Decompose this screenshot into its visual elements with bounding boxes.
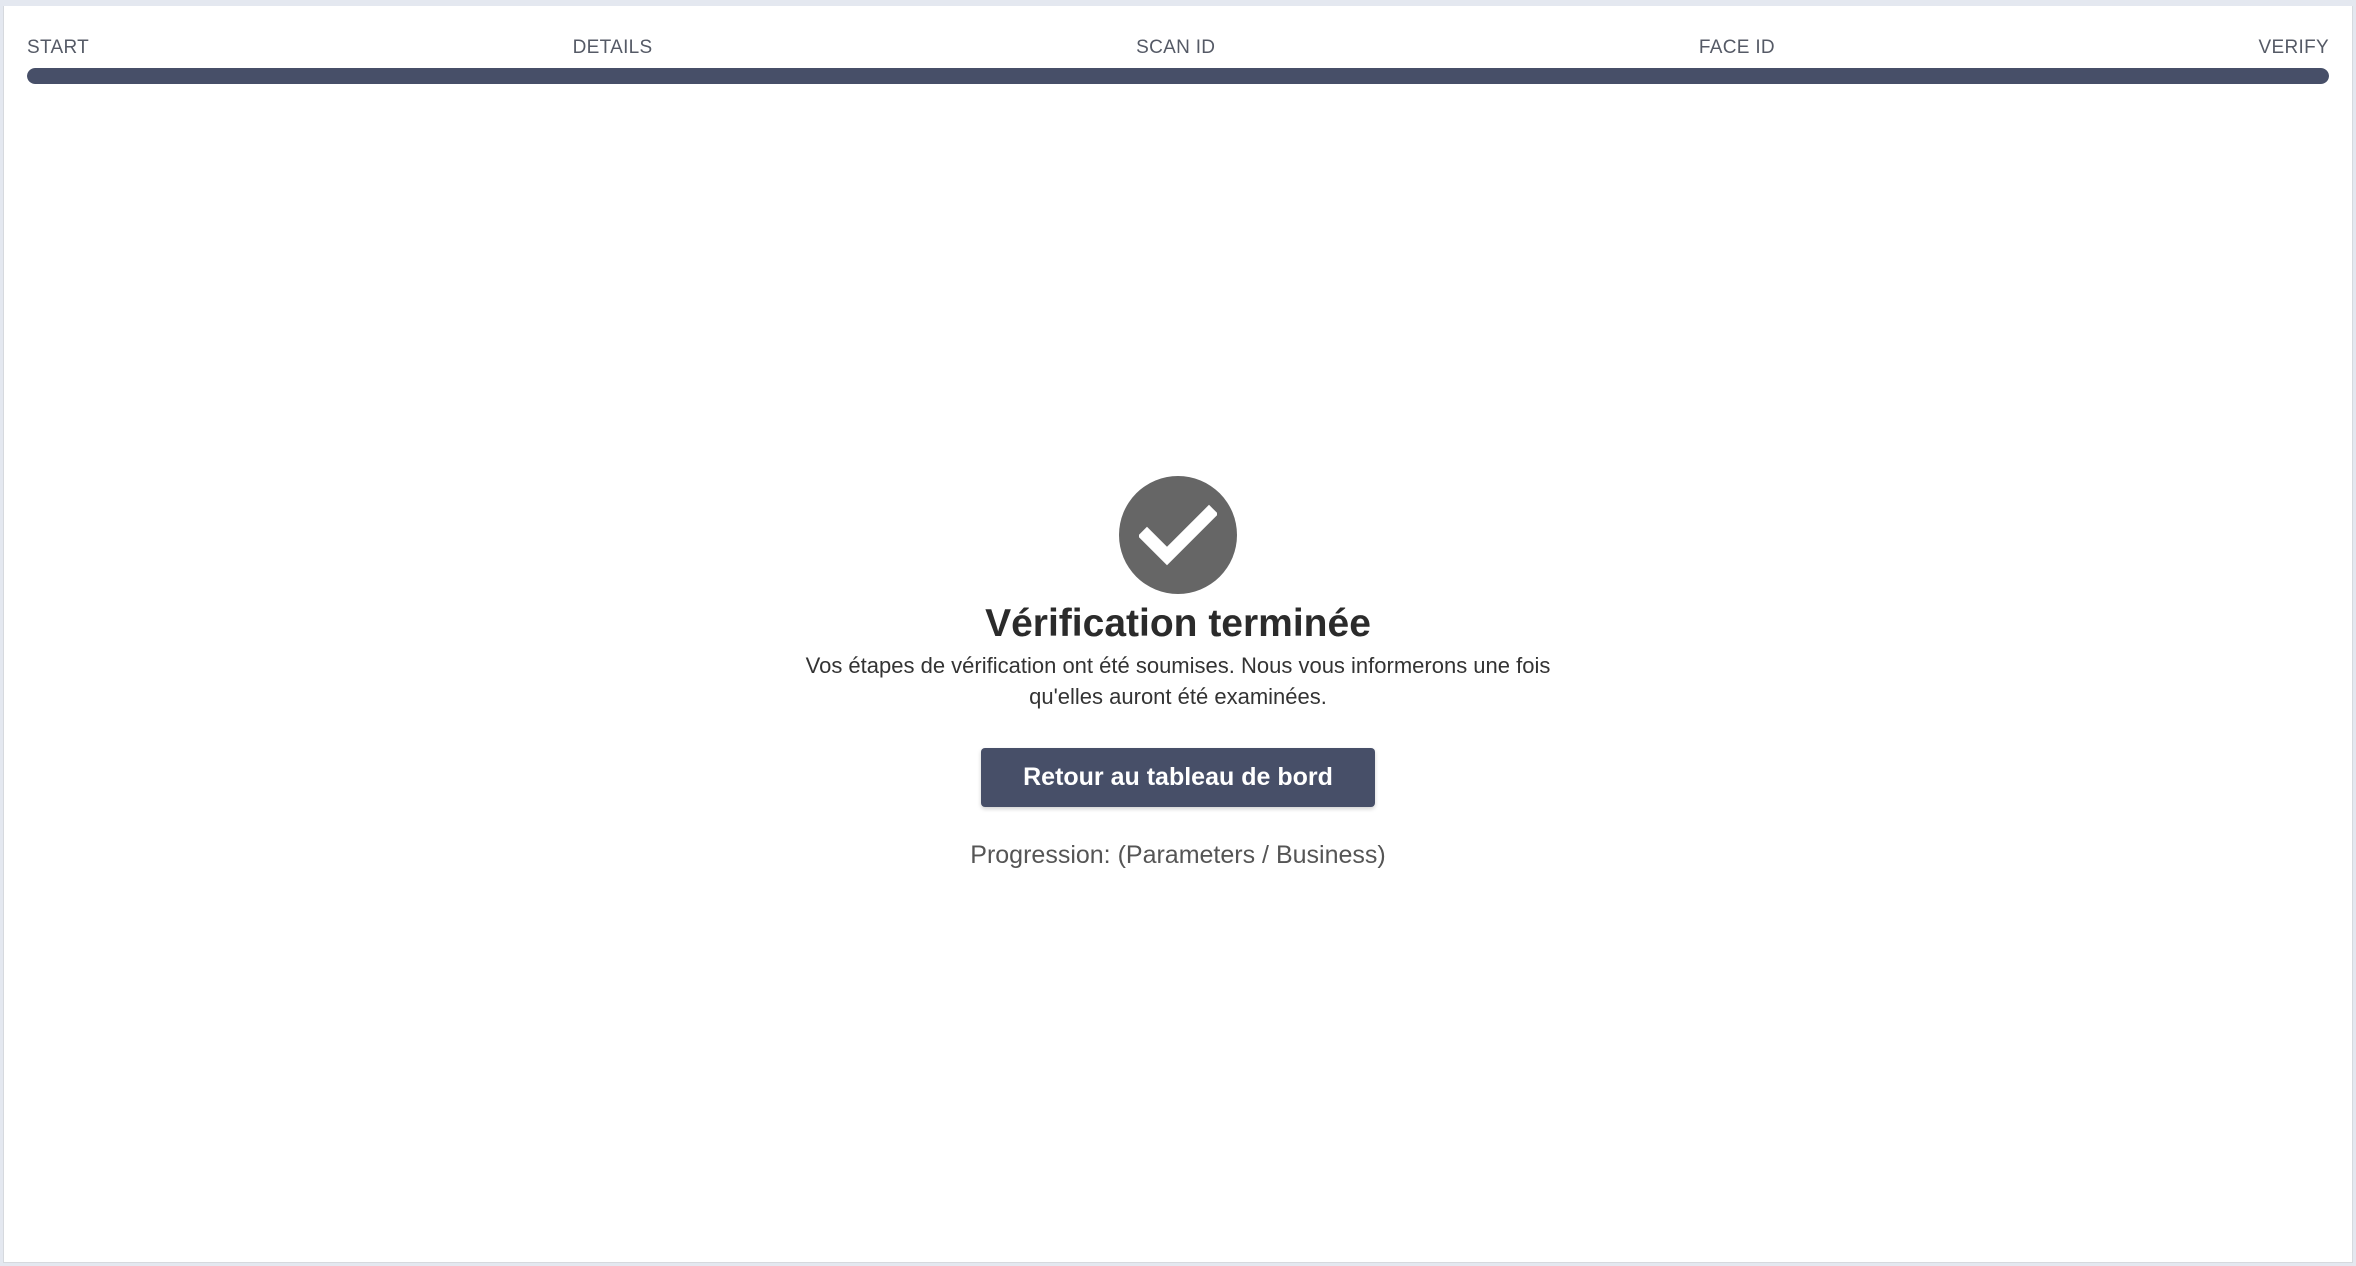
verification-page: START DETAILS SCAN ID FACE ID VERIFY Vér… xyxy=(3,6,2353,1263)
completion-message: Vos étapes de vérification ont été soumi… xyxy=(768,650,1588,712)
step-verify: VERIFY xyxy=(2258,37,2329,58)
progress-bar-fill xyxy=(27,68,2329,84)
progression-status: Progression: (Parameters / Business) xyxy=(970,841,1386,869)
step-face-id: FACE ID xyxy=(1698,37,1775,58)
completion-message-line-1: Vos étapes de vérification ont été soumi… xyxy=(805,653,1551,678)
step-details: DETAILS xyxy=(572,37,653,58)
completion-panel: Vérification terminée Vos étapes de véri… xyxy=(4,476,2352,870)
checkmark-icon xyxy=(1139,504,1217,566)
completion-message-line-2: qu'elles auront été examinées. xyxy=(1029,684,1327,709)
step-start: START xyxy=(27,37,90,58)
check-circle-icon xyxy=(1119,476,1237,594)
step-scan-id: SCAN ID xyxy=(1136,37,1216,58)
progress-bar xyxy=(27,68,2329,84)
back-to-dashboard-button[interactable]: Retour au tableau de bord xyxy=(981,748,1375,807)
stepper-labels: START DETAILS SCAN ID FACE ID VERIFY xyxy=(27,34,2329,62)
page-title: Vérification terminée xyxy=(985,602,1371,645)
